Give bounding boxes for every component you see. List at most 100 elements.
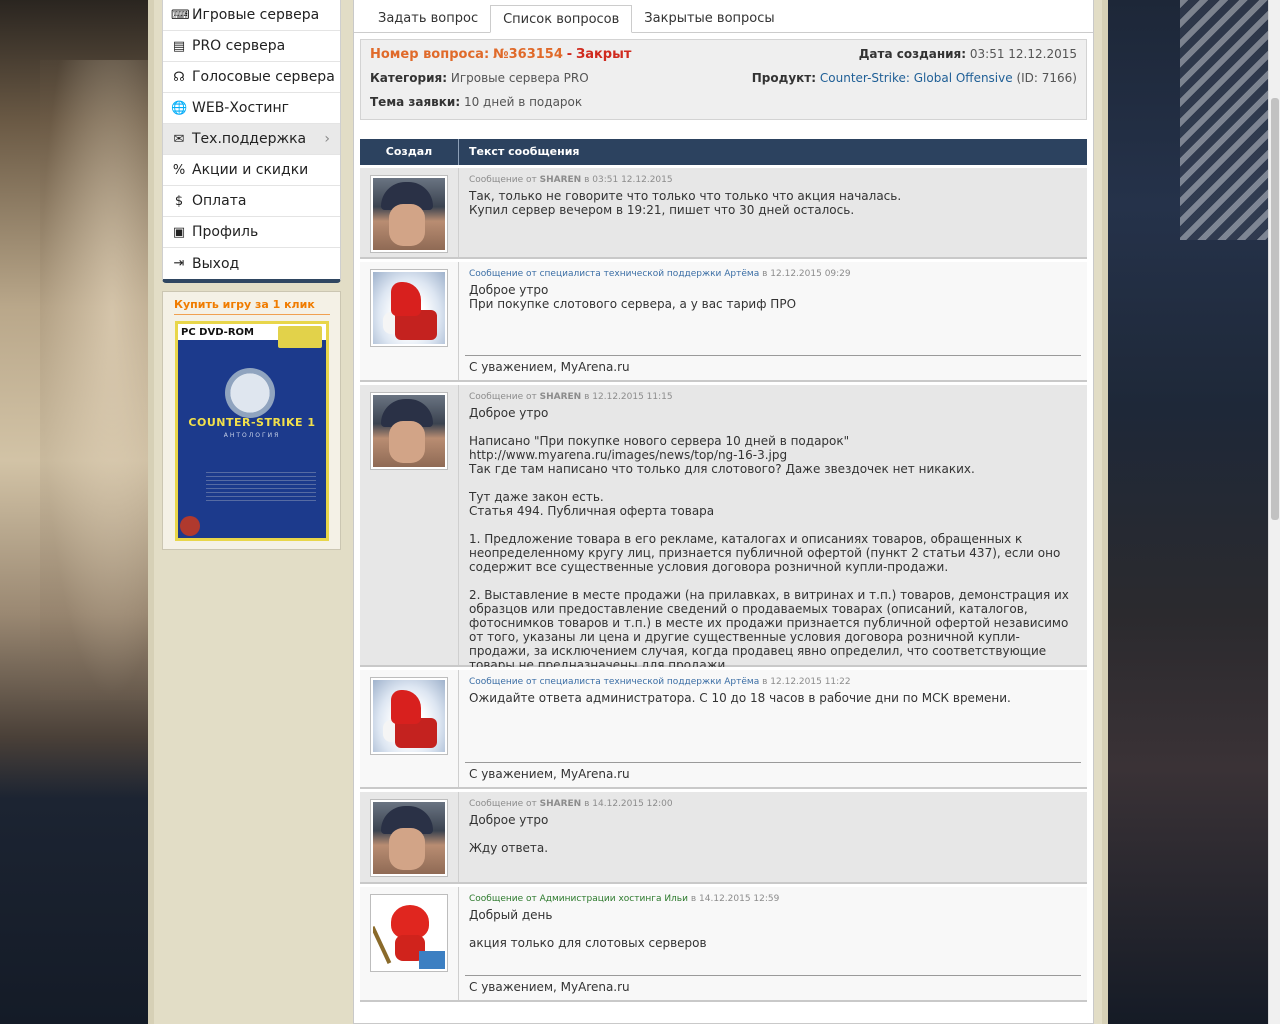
message-time: 14.12.2015 12:00	[592, 799, 673, 809]
message-meta: Сообщение от специалиста технической под…	[469, 677, 851, 687]
message-meta: Сообщение от специалиста технической под…	[469, 269, 851, 279]
message-time: 03:51 12.12.2015	[592, 175, 673, 185]
column-text-header: Текст сообщения	[469, 145, 580, 158]
server-icon: ▤	[172, 38, 186, 54]
sidebar-item-profile[interactable]: ▣ Профиль	[163, 217, 340, 248]
message-time: 12.12.2015 11:22	[770, 677, 851, 687]
dvd-title: COUNTER-STRIKE 1	[188, 416, 316, 429]
product-link[interactable]: Counter-Strike: Global Offensive	[820, 71, 1013, 85]
category-value: Игровые сервера PRO	[450, 71, 589, 85]
message-row: Сообщение от SHAREN в 03:51 12.12.2015 Т…	[360, 165, 1087, 259]
message-signature: С уважением, MyArena.ru	[465, 355, 1081, 380]
product-id: (ID: 7166)	[1016, 71, 1077, 85]
message-author-name: SHAREN	[539, 175, 582, 185]
message-body: Сообщение от специалиста технической под…	[459, 670, 1087, 787]
message-row: Сообщение от специалиста технической под…	[360, 667, 1087, 789]
dvd-fine-print	[206, 472, 316, 502]
tab-ask-question[interactable]: Задать вопрос	[366, 4, 490, 32]
sidebar-item-support[interactable]: ✉ Тех.поддержка ›	[163, 124, 340, 155]
message-author-name: Сообщение от специалиста технической под…	[469, 677, 760, 687]
avatar	[370, 175, 448, 253]
tab-closed-questions[interactable]: Закрытые вопросы	[632, 4, 786, 32]
message-author-cell	[360, 670, 459, 787]
background-left-camo	[40, 60, 160, 700]
chevron-right-icon: ›	[324, 131, 330, 147]
message-meta: Сообщение от Администрации хостинга Ильи…	[469, 894, 780, 904]
chat-icon: ✉	[173, 131, 185, 147]
profile-icon: ▣	[172, 224, 186, 240]
message-meta: Сообщение от SHAREN в 12.12.2015 11:15	[469, 392, 673, 402]
message-author-cell	[360, 168, 459, 257]
sidebar-item-label: Выход	[192, 255, 240, 272]
tab-question-list[interactable]: Список вопросов	[490, 5, 633, 33]
ticket-row-number: Номер вопроса: №363154 - Закрыт Дата соз…	[370, 44, 1077, 64]
message-row: Сообщение от специалиста технической под…	[360, 259, 1087, 382]
message-time: 12.12.2015 09:29	[770, 269, 851, 279]
message-meta: Сообщение от SHAREN в 14.12.2015 12:00	[469, 799, 673, 809]
sidebar-item-label: PRO сервера	[192, 38, 286, 54]
dvd-badge	[278, 326, 322, 348]
background-right-flag	[1180, 0, 1268, 240]
message-text: Доброе утро Жду ответа.	[469, 813, 549, 855]
category-label: Категория:	[370, 71, 448, 85]
page-scrollbar[interactable]	[1268, 0, 1280, 1024]
sidebar-item-logout[interactable]: ⇥ Выход	[163, 248, 340, 279]
message-author-name: Сообщение от специалиста технической под…	[469, 269, 760, 279]
ticket-number: №363154	[492, 46, 563, 62]
message-body: Сообщение от специалиста технической под…	[459, 262, 1087, 380]
message-text: Добрый день акция только для слотовых се…	[469, 908, 707, 950]
message-body: Сообщение от SHAREN в 12.12.2015 11:15 Д…	[459, 385, 1087, 672]
ticket-header: Номер вопроса: №363154 - Закрыт Дата соз…	[360, 39, 1087, 120]
ticket-row-category: Категория: Игровые сервера PRO Продукт: …	[370, 68, 1077, 88]
message-meta: Сообщение от SHAREN в 03:51 12.12.2015	[469, 175, 673, 185]
message-time: 14.12.2015 12:59	[699, 894, 780, 904]
promo-title[interactable]: Купить игру за 1 клик	[174, 298, 330, 315]
sidebar-item-payment[interactable]: $ Оплата	[163, 186, 340, 217]
sidebar-item-pro-servers[interactable]: ▤ PRO сервера	[163, 31, 340, 62]
dvd-pc-label: PC DVD-ROM	[181, 326, 254, 338]
message-body: Сообщение от SHAREN в 03:51 12.12.2015 Т…	[459, 168, 1087, 257]
ticket-row-subject: Тема заявки: 10 дней в подарок	[370, 92, 1077, 112]
message-row: Сообщение от Администрации хостинга Ильи…	[360, 884, 1087, 1002]
dollar-icon: $	[174, 193, 184, 209]
message-author-name: SHAREN	[539, 799, 582, 809]
sidebar-item-promotions[interactable]: % Акции и скидки	[163, 155, 340, 186]
messages-table-header: Создал Текст сообщения	[360, 139, 1087, 165]
message-row: Сообщение от SHAREN в 14.12.2015 12:00 Д…	[360, 789, 1087, 884]
sidebar-item-label: Профиль	[192, 224, 259, 240]
percent-icon: %	[172, 162, 186, 178]
sidebar-item-label: Оплата	[192, 193, 247, 209]
message-author-name: Сообщение от Администрации хостинга Ильи	[469, 894, 688, 904]
game-box-image[interactable]: PC DVD-ROM COUNTER-STRIKE 1 АНТОЛОГИЯ	[175, 321, 329, 541]
avatar	[370, 392, 448, 470]
message-author-cell	[360, 385, 459, 665]
message-body: Сообщение от SHAREN в 14.12.2015 12:00 Д…	[459, 792, 1087, 882]
column-author-header: Создал	[360, 139, 459, 165]
message-row: Сообщение от SHAREN в 12.12.2015 11:15 Д…	[360, 382, 1087, 672]
message-signature: С уважением, MyArena.ru	[465, 762, 1081, 787]
globe-icon: 🌐	[171, 100, 188, 116]
avatar	[370, 677, 448, 755]
dvd-subtitle: АНТОЛОГИЯ	[223, 432, 281, 439]
message-time: 12.12.2015 11:15	[592, 392, 673, 402]
message-author-cell	[360, 887, 459, 1000]
promo-block: Купить игру за 1 клик PC DVD-ROM COUNTER…	[162, 291, 341, 550]
sidebar-item-web-hosting[interactable]: 🌐 WEB-Хостинг	[163, 93, 340, 124]
gamepad-icon: ⌨	[171, 7, 190, 23]
logout-icon: ⇥	[173, 256, 185, 271]
subject-label: Тема заявки:	[370, 95, 461, 109]
ticket-number-label: Номер вопроса:	[370, 46, 490, 62]
sidebar-item-game-servers[interactable]: ⌨ Игровые сервера	[163, 0, 340, 31]
avatar	[370, 269, 448, 347]
message-author-name: SHAREN	[539, 392, 582, 402]
sidebar: ⌨ Игровые сервера ▤ PRO сервера ☊ Голосо…	[162, 0, 341, 550]
avatar	[370, 894, 448, 972]
sidebar-item-voice-servers[interactable]: ☊ Голосовые сервера	[163, 62, 340, 93]
message-body: Сообщение от Администрации хостинга Ильи…	[459, 887, 1087, 1000]
message-text: Так, только не говорите что только что т…	[469, 189, 902, 217]
product-label: Продукт:	[751, 71, 817, 85]
scrollbar-thumb[interactable]	[1271, 98, 1279, 520]
ticket-status: Закрыт	[575, 46, 632, 62]
created-label: Дата создания:	[858, 47, 967, 61]
message-text: Доброе утро Написано "При покупке нового…	[469, 406, 1069, 672]
